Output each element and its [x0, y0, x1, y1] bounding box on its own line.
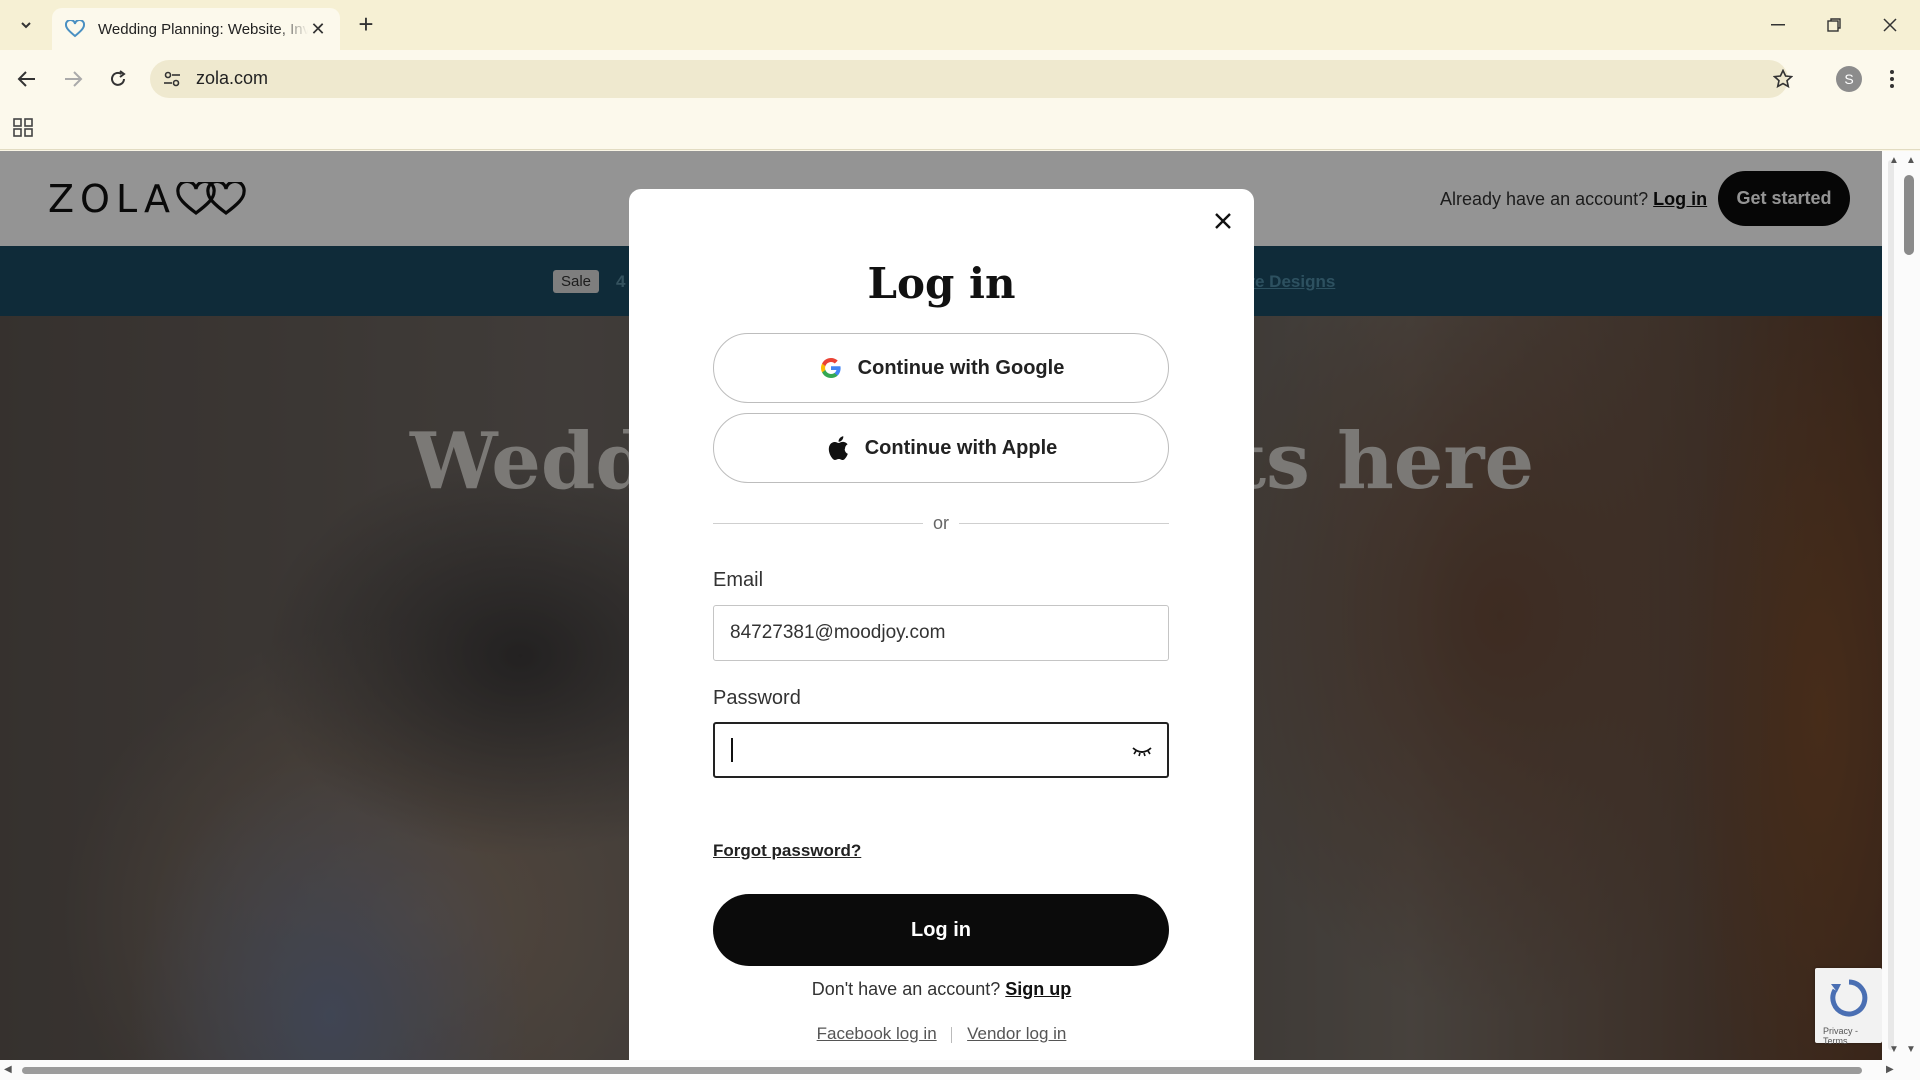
vendor-login-link[interactable]: Vendor log in — [967, 1024, 1066, 1043]
recaptcha-icon — [1830, 979, 1868, 1017]
url-text[interactable]: zola.com — [196, 68, 268, 89]
separator — [951, 1026, 953, 1043]
signup-link[interactable]: Sign up — [1005, 979, 1071, 999]
continue-with-apple-button[interactable]: Continue with Apple — [713, 413, 1169, 483]
recaptcha-badge: Privacy - Terms — [1815, 968, 1882, 1046]
forward-icon[interactable] — [58, 64, 88, 94]
password-label: Password — [713, 687, 801, 709]
google-icon — [818, 355, 844, 381]
address-bar[interactable] — [150, 60, 1788, 98]
tab-close-icon[interactable]: ✕ — [308, 19, 328, 40]
horizontal-scroll-thumb[interactable] — [22, 1067, 1862, 1074]
chevron-down-icon — [21, 22, 31, 29]
vertical-scroll-track[interactable] — [1888, 160, 1894, 1050]
email-label: Email — [713, 569, 764, 591]
alternate-login-row: Facebook log in Vendor log in — [629, 1024, 1254, 1044]
heart-icon — [64, 18, 86, 40]
google-button-label: Continue with Google — [857, 356, 1065, 379]
email-value: 84727381@moodjoy.com — [730, 622, 946, 643]
password-field[interactable] — [713, 722, 1169, 778]
or-text: or — [932, 513, 949, 533]
modal-title: Log in — [867, 259, 1016, 308]
profile-avatar[interactable]: S — [1836, 66, 1862, 92]
bookmarks-bar — [0, 108, 1920, 150]
reload-icon[interactable] — [103, 64, 133, 94]
login-modal: Log in Continue with Google Continue wit… — [629, 189, 1254, 1060]
signup-prompt: Don't have an account? — [811, 979, 1001, 999]
vertical-scroll-thumb[interactable] — [1904, 175, 1914, 255]
tab-search-button[interactable] — [11, 12, 41, 38]
more-menu-icon[interactable] — [1880, 64, 1904, 94]
or-divider: or — [713, 513, 1169, 533]
close-icon[interactable] — [1209, 207, 1237, 235]
continue-with-google-button[interactable]: Continue with Google — [713, 333, 1169, 403]
tune-icon[interactable] — [160, 67, 184, 91]
window-close-icon[interactable] — [1870, 10, 1910, 40]
browser-tab[interactable]: Wedding Planning: Website, Invitations ✕ — [52, 8, 340, 50]
scroll-left-icon[interactable]: ◀ — [4, 1064, 12, 1075]
minimize-icon[interactable] — [1758, 10, 1798, 40]
apple-button-label: Continue with Apple — [864, 436, 1058, 459]
scroll-up-icon[interactable]: ▲ — [1889, 155, 1899, 166]
new-tab-button[interactable]: + — [352, 10, 380, 38]
signup-row: Don't have an account? Sign up — [629, 979, 1254, 1000]
eye-closed-icon[interactable] — [1129, 738, 1155, 764]
restore-icon[interactable] — [1814, 10, 1854, 40]
page-viewport: ZOLA Already have an account? Log in Get… — [0, 151, 1882, 1060]
scroll-down-icon[interactable]: ▼ — [1889, 1044, 1899, 1055]
star-icon[interactable] — [1770, 66, 1796, 92]
forgot-password-link[interactable]: Forgot password? — [713, 841, 861, 861]
login-button[interactable]: Log in — [713, 894, 1169, 966]
tab-title: Wedding Planning: Website, Invitations — [98, 20, 308, 38]
scroll-right-icon[interactable]: ▶ — [1886, 1064, 1894, 1075]
text-caret — [731, 738, 733, 762]
scroll-down-icon[interactable]: ▼ — [1906, 1044, 1916, 1055]
apple-icon — [825, 435, 851, 461]
email-field[interactable]: 84727381@moodjoy.com — [713, 605, 1169, 661]
grid-icon[interactable] — [12, 116, 36, 140]
scroll-up-icon[interactable]: ▲ — [1906, 155, 1916, 166]
facebook-login-link[interactable]: Facebook log in — [817, 1024, 937, 1043]
back-icon[interactable] — [12, 64, 42, 94]
